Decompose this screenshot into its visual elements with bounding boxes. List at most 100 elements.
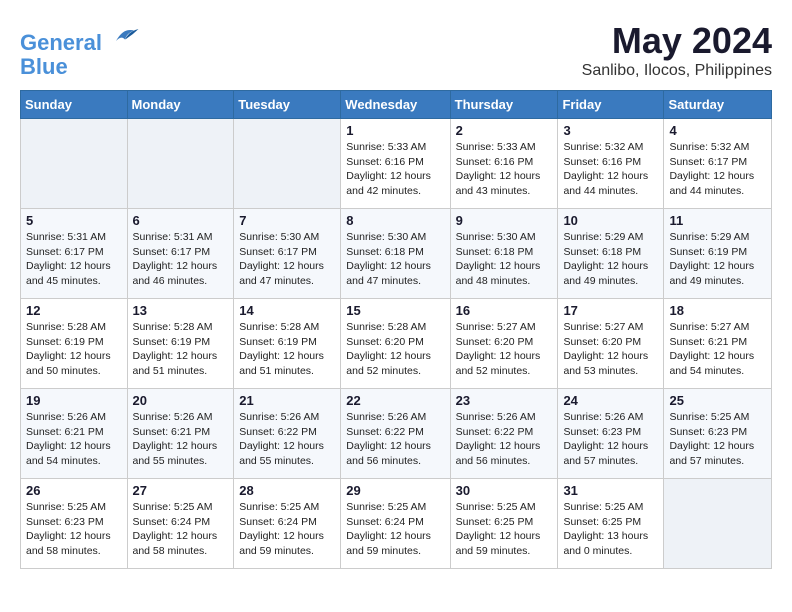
calendar-cell — [664, 479, 772, 569]
calendar-header-row: SundayMondayTuesdayWednesdayThursdayFrid… — [21, 91, 772, 119]
calendar-cell: 16 Sunrise: 5:27 AMSunset: 6:20 PMDayligh… — [450, 299, 558, 389]
day-number: 14 — [239, 303, 335, 318]
calendar-week-row: 19 Sunrise: 5:26 AMSunset: 6:21 PMDayligh… — [21, 389, 772, 479]
calendar-cell — [234, 119, 341, 209]
calendar-cell — [21, 119, 128, 209]
day-info: Sunrise: 5:31 AMSunset: 6:17 PMDaylight:… — [133, 230, 229, 289]
day-info: Sunrise: 5:25 AMSunset: 6:24 PMDaylight:… — [133, 500, 229, 559]
day-info: Sunrise: 5:25 AMSunset: 6:23 PMDaylight:… — [669, 410, 766, 469]
calendar-cell — [127, 119, 234, 209]
day-info: Sunrise: 5:25 AMSunset: 6:24 PMDaylight:… — [346, 500, 444, 559]
weekday-header-saturday: Saturday — [664, 91, 772, 119]
day-number: 20 — [133, 393, 229, 408]
day-info: Sunrise: 5:26 AMSunset: 6:22 PMDaylight:… — [346, 410, 444, 469]
day-info: Sunrise: 5:32 AMSunset: 6:17 PMDaylight:… — [669, 140, 766, 199]
calendar-cell: 2 Sunrise: 5:33 AMSunset: 6:16 PMDaylight… — [450, 119, 558, 209]
day-info: Sunrise: 5:25 AMSunset: 6:25 PMDaylight:… — [456, 500, 553, 559]
day-info: Sunrise: 5:33 AMSunset: 6:16 PMDaylight:… — [456, 140, 553, 199]
day-number: 6 — [133, 213, 229, 228]
title-area: May 2024 Sanlibo, Ilocos, Philippines — [582, 20, 772, 80]
day-number: 10 — [563, 213, 658, 228]
logo-bird-icon — [110, 20, 140, 50]
day-number: 11 — [669, 213, 766, 228]
day-info: Sunrise: 5:26 AMSunset: 6:21 PMDaylight:… — [133, 410, 229, 469]
day-number: 5 — [26, 213, 122, 228]
calendar-cell: 17 Sunrise: 5:27 AMSunset: 6:20 PMDayligh… — [558, 299, 664, 389]
day-info: Sunrise: 5:25 AMSunset: 6:25 PMDaylight:… — [563, 500, 658, 559]
day-number: 27 — [133, 483, 229, 498]
day-info: Sunrise: 5:31 AMSunset: 6:17 PMDaylight:… — [26, 230, 122, 289]
day-info: Sunrise: 5:30 AMSunset: 6:18 PMDaylight:… — [346, 230, 444, 289]
calendar-cell: 28Sunrise: 5:25 AMSunset: 6:24 PMDayligh… — [234, 479, 341, 569]
day-info: Sunrise: 5:27 AMSunset: 6:20 PMDaylight:… — [563, 320, 658, 379]
calendar-cell: 24Sunrise: 5:26 AMSunset: 6:23 PMDayligh… — [558, 389, 664, 479]
weekday-header-friday: Friday — [558, 91, 664, 119]
day-info: Sunrise: 5:29 AMSunset: 6:19 PMDaylight:… — [669, 230, 766, 289]
day-number: 3 — [563, 123, 658, 138]
day-info: Sunrise: 5:29 AMSunset: 6:18 PMDaylight:… — [563, 230, 658, 289]
day-number: 2 — [456, 123, 553, 138]
day-info: Sunrise: 5:26 AMSunset: 6:21 PMDaylight:… — [26, 410, 122, 469]
day-number: 18 — [669, 303, 766, 318]
calendar-table: SundayMondayTuesdayWednesdayThursdayFrid… — [20, 90, 772, 569]
calendar-cell: 22 Sunrise: 5:26 AMSunset: 6:22 PMDayligh… — [341, 389, 450, 479]
weekday-header-thursday: Thursday — [450, 91, 558, 119]
day-info: Sunrise: 5:30 AMSunset: 6:18 PMDaylight:… — [456, 230, 553, 289]
day-info: Sunrise: 5:30 AMSunset: 6:17 PMDaylight:… — [239, 230, 335, 289]
calendar-cell: 9 Sunrise: 5:30 AMSunset: 6:18 PMDaylight… — [450, 209, 558, 299]
calendar-cell: 25 Sunrise: 5:25 AMSunset: 6:23 PMDayligh… — [664, 389, 772, 479]
day-number: 31 — [563, 483, 658, 498]
weekday-header-wednesday: Wednesday — [341, 91, 450, 119]
day-number: 23 — [456, 393, 553, 408]
day-info: Sunrise: 5:26 AMSunset: 6:22 PMDaylight:… — [239, 410, 335, 469]
calendar-cell: 3Sunrise: 5:32 AMSunset: 6:16 PMDaylight… — [558, 119, 664, 209]
day-number: 19 — [26, 393, 122, 408]
calendar-week-row: 26 Sunrise: 5:25 AMSunset: 6:23 PMDayligh… — [21, 479, 772, 569]
calendar-cell: 12 Sunrise: 5:28 AMSunset: 6:19 PMDayligh… — [21, 299, 128, 389]
calendar-week-row: 5 Sunrise: 5:31 AMSunset: 6:17 PMDaylight… — [21, 209, 772, 299]
day-number: 21 — [239, 393, 335, 408]
calendar-cell: 7 Sunrise: 5:30 AMSunset: 6:17 PMDaylight… — [234, 209, 341, 299]
calendar-cell: 31 Sunrise: 5:25 AMSunset: 6:25 PMDayligh… — [558, 479, 664, 569]
calendar-cell: 8Sunrise: 5:30 AMSunset: 6:18 PMDaylight… — [341, 209, 450, 299]
calendar-cell: 20 Sunrise: 5:26 AMSunset: 6:21 PMDayligh… — [127, 389, 234, 479]
calendar-cell: 15Sunrise: 5:28 AMSunset: 6:20 PMDayligh… — [341, 299, 450, 389]
day-info: Sunrise: 5:28 AMSunset: 6:19 PMDaylight:… — [239, 320, 335, 379]
calendar-cell: 1 Sunrise: 5:33 AMSunset: 6:16 PMDaylight… — [341, 119, 450, 209]
day-number: 26 — [26, 483, 122, 498]
calendar-cell: 18 Sunrise: 5:27 AMSunset: 6:21 PMDayligh… — [664, 299, 772, 389]
day-info: Sunrise: 5:27 AMSunset: 6:21 PMDaylight:… — [669, 320, 766, 379]
day-info: Sunrise: 5:28 AMSunset: 6:20 PMDaylight:… — [346, 320, 444, 379]
day-info: Sunrise: 5:25 AMSunset: 6:23 PMDaylight:… — [26, 500, 122, 559]
calendar-cell: 5 Sunrise: 5:31 AMSunset: 6:17 PMDaylight… — [21, 209, 128, 299]
day-number: 22 — [346, 393, 444, 408]
calendar-cell: 19 Sunrise: 5:26 AMSunset: 6:21 PMDayligh… — [21, 389, 128, 479]
day-number: 25 — [669, 393, 766, 408]
calendar-cell: 21 Sunrise: 5:26 AMSunset: 6:22 PMDayligh… — [234, 389, 341, 479]
day-info: Sunrise: 5:27 AMSunset: 6:20 PMDaylight:… — [456, 320, 553, 379]
month-title: May 2024 — [582, 20, 772, 62]
weekday-header-tuesday: Tuesday — [234, 91, 341, 119]
day-info: Sunrise: 5:28 AMSunset: 6:19 PMDaylight:… — [26, 320, 122, 379]
day-number: 16 — [456, 303, 553, 318]
day-number: 9 — [456, 213, 553, 228]
calendar-cell: 4Sunrise: 5:32 AMSunset: 6:17 PMDaylight… — [664, 119, 772, 209]
day-info: Sunrise: 5:26 AMSunset: 6:22 PMDaylight:… — [456, 410, 553, 469]
logo-text: General — [20, 20, 140, 55]
day-number: 7 — [239, 213, 335, 228]
calendar-cell: 26 Sunrise: 5:25 AMSunset: 6:23 PMDayligh… — [21, 479, 128, 569]
calendar-cell: 6 Sunrise: 5:31 AMSunset: 6:17 PMDaylight… — [127, 209, 234, 299]
day-number: 30 — [456, 483, 553, 498]
calendar-week-row: 12 Sunrise: 5:28 AMSunset: 6:19 PMDayligh… — [21, 299, 772, 389]
day-number: 17 — [563, 303, 658, 318]
day-number: 13 — [133, 303, 229, 318]
day-number: 12 — [26, 303, 122, 318]
day-info: Sunrise: 5:33 AMSunset: 6:16 PMDaylight:… — [346, 140, 444, 199]
weekday-header-sunday: Sunday — [21, 91, 128, 119]
day-number: 24 — [563, 393, 658, 408]
day-number: 1 — [346, 123, 444, 138]
page-header: General Blue May 2024 Sanlibo, Ilocos, P… — [20, 20, 772, 80]
location-subtitle: Sanlibo, Ilocos, Philippines — [582, 62, 772, 80]
logo: General Blue — [20, 20, 140, 79]
calendar-cell: 30 Sunrise: 5:25 AMSunset: 6:25 PMDayligh… — [450, 479, 558, 569]
